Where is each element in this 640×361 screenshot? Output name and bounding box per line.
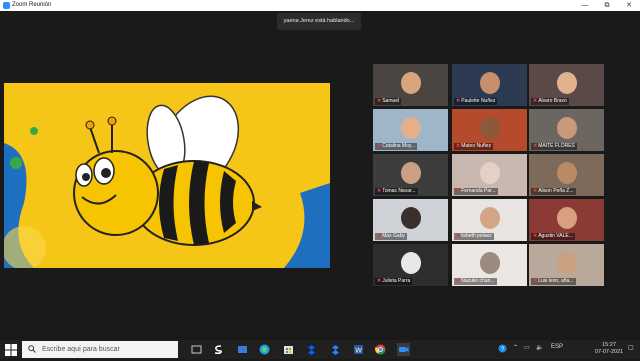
close-button[interactable]: ✕ <box>618 0 640 11</box>
svg-text:W: W <box>355 348 362 355</box>
language-indicator[interactable]: ESP <box>551 344 563 350</box>
participant-tile[interactable]: ✖Tomas Navar... <box>373 154 448 196</box>
muted-mic-icon: ✖ <box>533 188 538 194</box>
chevron-up-icon[interactable]: ⌃ <box>513 344 518 351</box>
participant-tile[interactable]: ✖Julieta Parra <box>373 244 448 286</box>
participant-tile[interactable]: ✖Mateo Nuñez <box>452 109 527 151</box>
minimize-button[interactable]: — <box>574 0 596 11</box>
muted-mic-icon: ✖ <box>533 143 538 149</box>
participant-tile[interactable]: ✖MAITE FLORES <box>529 109 604 151</box>
muted-mic-icon: ✖ <box>456 233 461 239</box>
notifications-icon[interactable]: ▢ <box>628 344 634 351</box>
maximize-button[interactable]: ⧉ <box>596 0 618 11</box>
muted-mic-icon: ✖ <box>377 98 382 104</box>
muted-mic-icon: ✖ <box>456 188 461 194</box>
taskbar-search-box[interactable]: Escribe aquí para buscar <box>22 341 178 358</box>
chrome-icon[interactable] <box>374 343 387 356</box>
participant-tile[interactable]: ✖Alvaro Bravo <box>529 64 604 106</box>
participant-video <box>479 162 500 184</box>
photos-icon[interactable] <box>236 343 249 356</box>
participant-video <box>479 207 500 229</box>
edge-icon[interactable] <box>258 343 271 356</box>
participant-tile[interactable]: ✖Alison Peña Z... <box>529 154 604 196</box>
participant-video <box>479 72 500 94</box>
participant-name: Luis leon, aña... <box>538 278 574 284</box>
muted-mic-icon: ✖ <box>456 98 461 104</box>
participant-tile[interactable]: ✖Agustin VALE... <box>529 199 604 241</box>
windows-taskbar: Escribe aquí para buscar W ? ⌃ ▭ 🔈 ESP 1… <box>0 340 640 359</box>
dropbox-icon-2[interactable] <box>329 343 342 356</box>
muted-mic-icon: ✖ <box>377 233 382 239</box>
muted-mic-icon: ✖ <box>533 278 538 284</box>
participant-name: Fernanda Par... <box>461 188 496 194</box>
participant-video <box>400 72 421 94</box>
volume-icon[interactable]: 🔈 <box>536 344 543 351</box>
participant-video <box>556 162 577 184</box>
muted-mic-icon: ✖ <box>377 188 382 194</box>
search-placeholder: Escribe aquí para buscar <box>42 346 120 353</box>
clock-date: 07-07-2021 <box>594 349 624 355</box>
participant-name: lisbeth pelaez <box>461 233 492 239</box>
participant-name: Tomas Navar... <box>382 188 416 194</box>
participant-name: Nazuko chan... <box>461 278 495 284</box>
participant-video <box>479 117 500 139</box>
bee-illustration <box>4 95 330 268</box>
store-icon[interactable] <box>282 343 295 356</box>
word-icon[interactable]: W <box>352 343 365 356</box>
active-speaker-banner: yaena Jerez está hablando... <box>277 13 361 30</box>
network-icon[interactable]: ▭ <box>524 344 530 351</box>
task-view-icon[interactable] <box>190 343 203 356</box>
taskbar-clock[interactable]: 15:27 07-07-2021 <box>594 342 624 356</box>
windows-start-icon[interactable] <box>5 344 17 356</box>
participant-name: Catalina Moy... <box>382 143 416 149</box>
participant-tile[interactable]: ✖Nazuko chan... <box>452 244 527 286</box>
window-title: Zoom Reunión <box>12 2 52 8</box>
participant-video <box>400 252 421 274</box>
zoom-taskbar-icon[interactable] <box>397 343 410 356</box>
search-icon <box>28 345 36 355</box>
participant-video <box>556 207 577 229</box>
participant-name: Samuel <box>382 98 400 104</box>
participant-tile[interactable]: ✖Samuel <box>373 64 448 106</box>
participant-tile[interactable]: ✖Catalina Moy... <box>373 109 448 151</box>
participant-video <box>400 117 421 139</box>
participant-tile[interactable]: ✖lisbeth pelaez <box>452 199 527 241</box>
participant-tile[interactable]: ✖Fernanda Par... <box>452 154 527 196</box>
participant-tile[interactable]: ✖Max Gaby <box>373 199 448 241</box>
clock-time: 15:27 <box>602 342 616 348</box>
muted-mic-icon: ✖ <box>533 98 538 104</box>
participant-name: Mateo Nuñez <box>461 143 491 149</box>
participant-video <box>479 252 500 274</box>
muted-mic-icon: ✖ <box>377 143 382 149</box>
app-icon-s[interactable] <box>212 343 225 356</box>
zoom-app-icon <box>3 2 10 9</box>
participant-name: Alvaro Bravo <box>538 98 567 104</box>
participant-name: Agustin VALE... <box>538 233 573 239</box>
muted-mic-icon: ✖ <box>533 233 538 239</box>
participant-name: MAITE FLORES <box>538 143 575 149</box>
muted-mic-icon: ✖ <box>456 143 461 149</box>
participant-video <box>400 207 421 229</box>
help-icon[interactable]: ? <box>498 344 507 355</box>
dropbox-icon[interactable] <box>305 343 318 356</box>
participant-video <box>556 117 577 139</box>
participant-name: Alison Peña Z... <box>538 188 574 194</box>
participant-name: Max Gaby <box>382 233 405 239</box>
participant-tile[interactable]: ✖Paulette Nuñez <box>452 64 527 106</box>
participant-tile[interactable]: ✖Luis leon, aña... <box>529 244 604 286</box>
participant-video <box>556 252 577 274</box>
participant-name: Julieta Parra <box>382 278 411 284</box>
window-title-bar: Zoom Reunión — ⧉ ✕ <box>0 0 640 11</box>
muted-mic-icon: ✖ <box>456 278 461 284</box>
participant-video <box>556 72 577 94</box>
shared-screen <box>4 83 330 268</box>
participant-video <box>400 162 421 184</box>
muted-mic-icon: ✖ <box>377 278 382 284</box>
participant-name: Paulette Nuñez <box>461 98 496 104</box>
